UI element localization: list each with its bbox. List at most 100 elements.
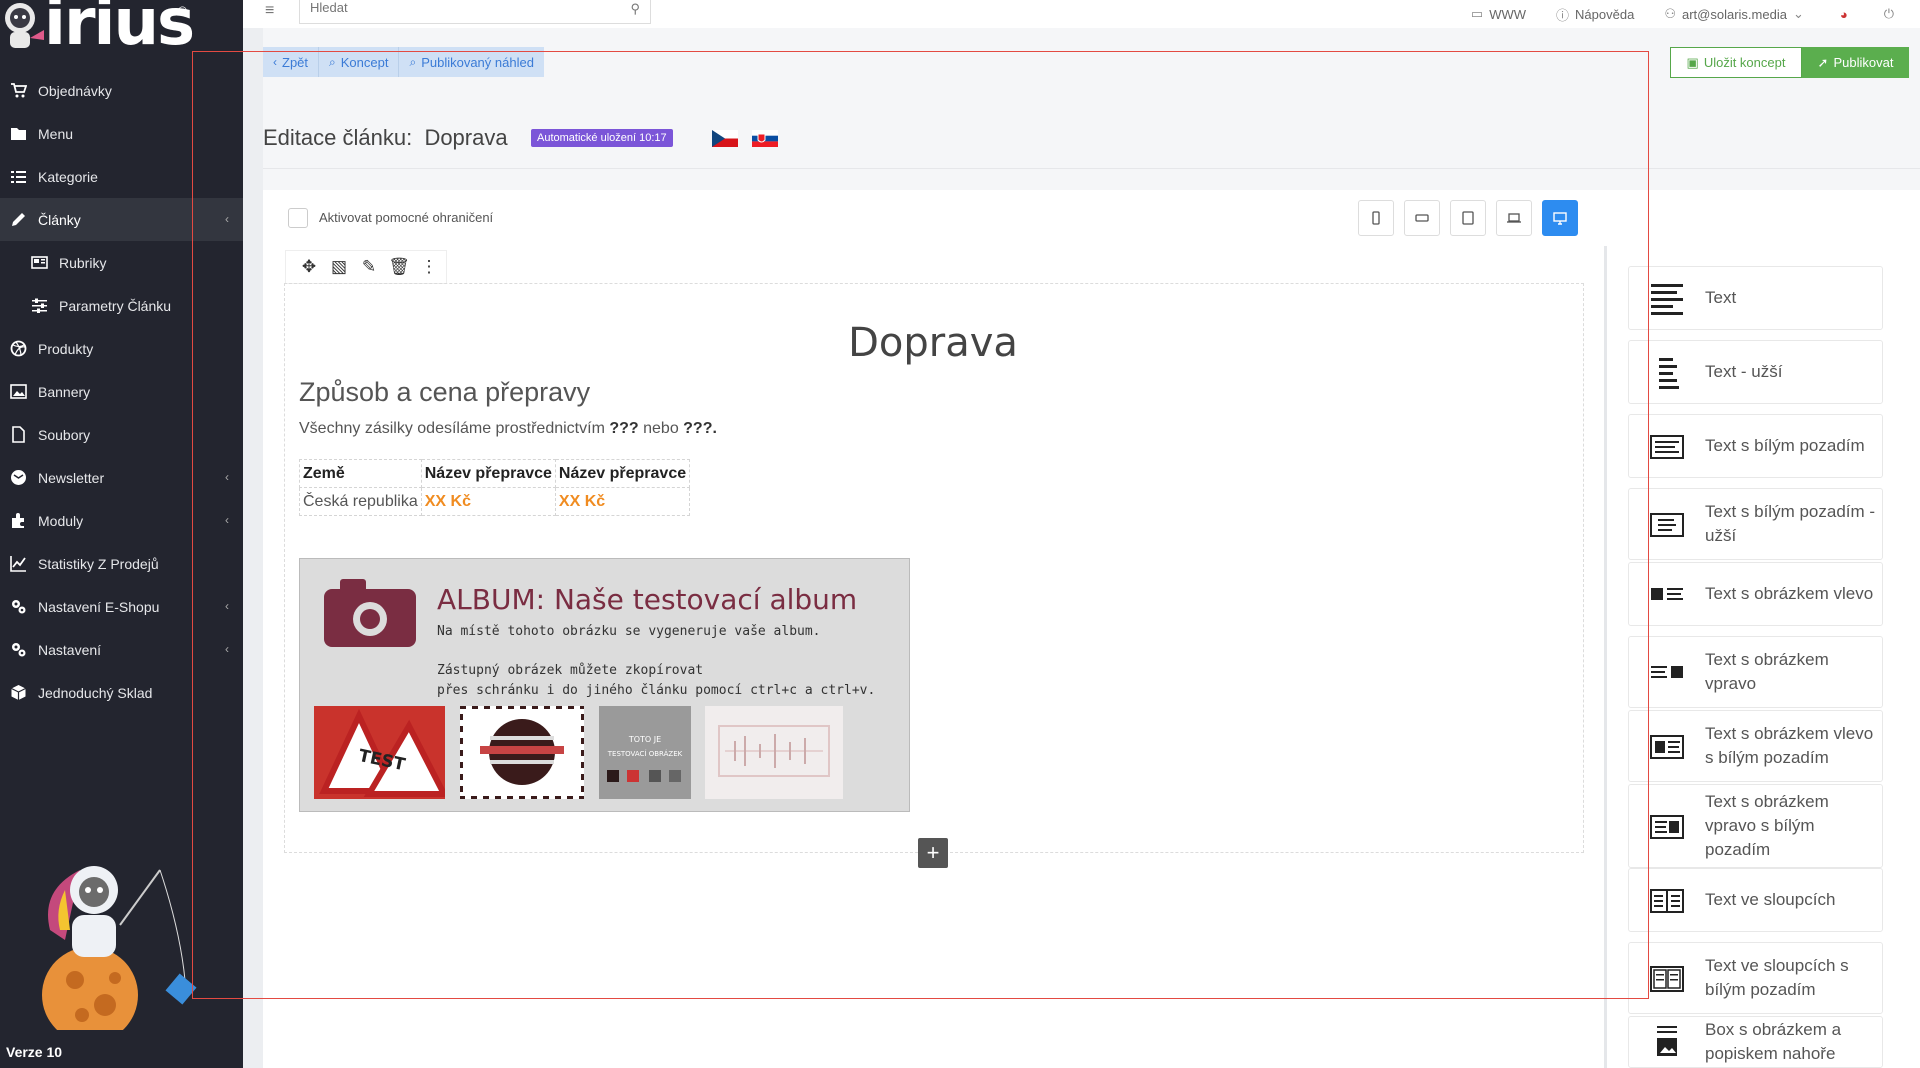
sidebar-item-objednávky[interactable]: Objednávky [0, 69, 243, 112]
widget-image-caption[interactable]: Box s obrázkem a popiskem nahoře [1628, 1016, 1883, 1068]
album-placeholder[interactable]: ALBUM: Naše testovací album Na místě toh… [299, 558, 910, 812]
widget-text-image-left-box[interactable]: Text s obrázkem vlevo s bílým pozadím [1628, 710, 1883, 782]
device-phone-landscape-button[interactable] [1404, 200, 1440, 236]
phone-icon [1372, 211, 1380, 225]
sidebar-item-rubriky[interactable]: Rubriky [0, 241, 243, 284]
sidebar-item-články[interactable]: Články ‹ [0, 198, 243, 241]
text-image-left-box-icon [1650, 735, 1684, 759]
sidebar-item-statistiky-z-prodejů[interactable]: Statistiky Z Prodejů [0, 542, 243, 585]
sidebar-item-nastavení[interactable]: Nastavení ‹ [0, 628, 243, 671]
table-cell-price[interactable]: XX Kč [420, 487, 556, 516]
device-phone-button[interactable] [1358, 200, 1394, 236]
widget-text-box[interactable]: Text s bílým pozadím [1628, 414, 1883, 478]
hamburger-menu-icon[interactable]: ≡ [265, 2, 274, 20]
logo[interactable]: irius ® [0, 0, 243, 62]
device-desktop-button[interactable] [1542, 200, 1578, 236]
widget-text-narrow[interactable]: Text - užší [1628, 340, 1883, 404]
newspaper-icon [30, 255, 48, 271]
device-tablet-button[interactable] [1450, 200, 1486, 236]
www-link[interactable]: ▭ WWW [1471, 6, 1526, 22]
plus-icon: + [926, 840, 940, 865]
chevron-left-icon: ‹ [225, 212, 229, 226]
delete-button[interactable]: 🗑 [384, 253, 414, 281]
power-button[interactable]: ⏻ [1884, 6, 1900, 22]
widget-text-image-right[interactable]: Text s obrázkem vpravo [1628, 636, 1883, 708]
device-laptop-button[interactable] [1496, 200, 1532, 236]
image-icon: ▧ [330, 257, 348, 276]
publish-button[interactable]: ➚ Publikovat [1802, 47, 1909, 78]
user-menu[interactable]: ⚇ art@solaris.media ⌄ [1664, 6, 1810, 22]
back-label: Zpět [282, 54, 309, 70]
thumb-text-1: TOTO JE [628, 735, 661, 744]
search-icon[interactable]: ⚲ [630, 1, 640, 17]
move-button[interactable]: ✥ [294, 253, 324, 281]
sidebar-item-moduly[interactable]: Moduly ‹ [0, 499, 243, 542]
para-bold-1: ??? [609, 420, 639, 437]
shipping-table[interactable]: Země Název přepravce Název přepravce Čes… [299, 459, 691, 516]
image-caption-icon [1657, 1026, 1677, 1056]
widget-columns[interactable]: Text ve sloupcích [1628, 868, 1883, 932]
chevron-left-icon: ‹ [225, 599, 229, 613]
flag-cz-icon[interactable] [712, 130, 738, 147]
help-link[interactable]: ⓘ Nápověda [1556, 5, 1634, 24]
widget-text-box-narrow[interactable]: Text s bílým pozadím - užší [1628, 488, 1883, 560]
table-cell-price[interactable]: XX Kč [554, 487, 691, 516]
sidebar-item-bannery[interactable]: Bannery [0, 370, 243, 413]
table-cell[interactable]: Česká republika [299, 487, 422, 516]
chevron-left-icon: ‹ [225, 470, 229, 484]
camera-icon [324, 579, 416, 647]
thumb-text-2: TESTOVACÍ OBRÁZEK [607, 749, 683, 758]
more-button[interactable]: ⋮ [414, 253, 444, 281]
table-header[interactable]: Země [299, 459, 422, 488]
widget-columns-box[interactable]: Text ve sloupcích s bílým pozadím [1628, 942, 1883, 1014]
image-button[interactable]: ▧ [324, 253, 354, 281]
sidebar-item-newsletter[interactable]: Newsletter ‹ [0, 456, 243, 499]
sidebar-item-menu[interactable]: Menu [0, 112, 243, 155]
table-header[interactable]: Název přepravce [554, 459, 691, 488]
flag-sk-icon[interactable] [752, 130, 778, 147]
table-header[interactable]: Název přepravce [420, 459, 556, 488]
widget-label: Box s obrázkem a popiskem nahoře [1705, 1020, 1842, 1063]
widget-text-image-right-box[interactable]: Text s obrázkem vpravo s bílým pozadím [1628, 784, 1883, 868]
tablet-icon [1462, 211, 1474, 225]
save-draft-label: Uložit koncept [1703, 55, 1786, 70]
editor-actions: ‹ Zpět ⌕ Koncept ⌕ Publikovaný náhled [263, 47, 544, 77]
desktop-icon [1553, 212, 1567, 225]
back-button[interactable]: ‹ Zpět [263, 47, 320, 77]
search-input[interactable] [300, 0, 600, 17]
widget-text-align[interactable]: Text [1628, 266, 1883, 330]
add-block-button[interactable]: + [918, 838, 948, 868]
draft-label: Koncept [340, 54, 389, 70]
article-title[interactable]: Doprava [0, 320, 1866, 366]
sidebar-item-nastavení-e-shopu[interactable]: Nastavení E-Shopu ‹ [0, 585, 243, 628]
album-thumbnail: TOTO JE TESTOVACÍ OBRÁZEK [599, 706, 691, 799]
para-text-mid: nebo [638, 420, 684, 437]
sidebar-item-jednoduchý-sklad[interactable]: Jednoduchý Sklad [0, 671, 243, 714]
article-heading[interactable]: Způsob a cena přepravy [299, 377, 590, 408]
sidebar-item-label: Rubriky [59, 254, 107, 271]
page-title: Editace článku: Doprava [263, 125, 508, 151]
boxes-icon [9, 685, 27, 701]
search-box[interactable]: ⚲ [299, 0, 651, 24]
album-thumbnail: TEST [314, 706, 445, 799]
widget-text-image-left[interactable]: Text s obrázkem vlevo [1628, 562, 1883, 626]
chevron-down-icon: ⌄ [1792, 6, 1804, 21]
save-draft-button[interactable]: ▣ Uložit koncept [1670, 47, 1802, 78]
helper-border-checkbox[interactable] [288, 208, 308, 228]
sidebar-item-soubory[interactable]: Soubory [0, 413, 243, 456]
album-text-line: Zástupný obrázek můžete zkopírovat [437, 663, 704, 678]
language-switch[interactable]: ◕ [1840, 7, 1854, 22]
sidebar-item-label: Jednoduchý Sklad [38, 684, 153, 701]
edit-button[interactable]: ✎ [354, 253, 384, 281]
columns-box-icon [1650, 966, 1684, 992]
draft-button[interactable]: ⌕ Koncept [319, 47, 400, 77]
published-preview-button[interactable]: ⌕ Publikovaný náhled [399, 47, 544, 77]
article-paragraph[interactable]: Všechny zásilky odesíláme prostřednictví… [299, 420, 717, 438]
sidebar-item-kategorie[interactable]: Kategorie [0, 155, 243, 198]
page-title-name: Doprava [424, 125, 508, 150]
canvas-divider [1604, 246, 1607, 1068]
pencil-icon [9, 212, 27, 228]
user-icon: ⚇ [1664, 6, 1676, 21]
chevron-left-icon: ‹ [225, 642, 229, 656]
content-gutter [243, 0, 263, 1068]
